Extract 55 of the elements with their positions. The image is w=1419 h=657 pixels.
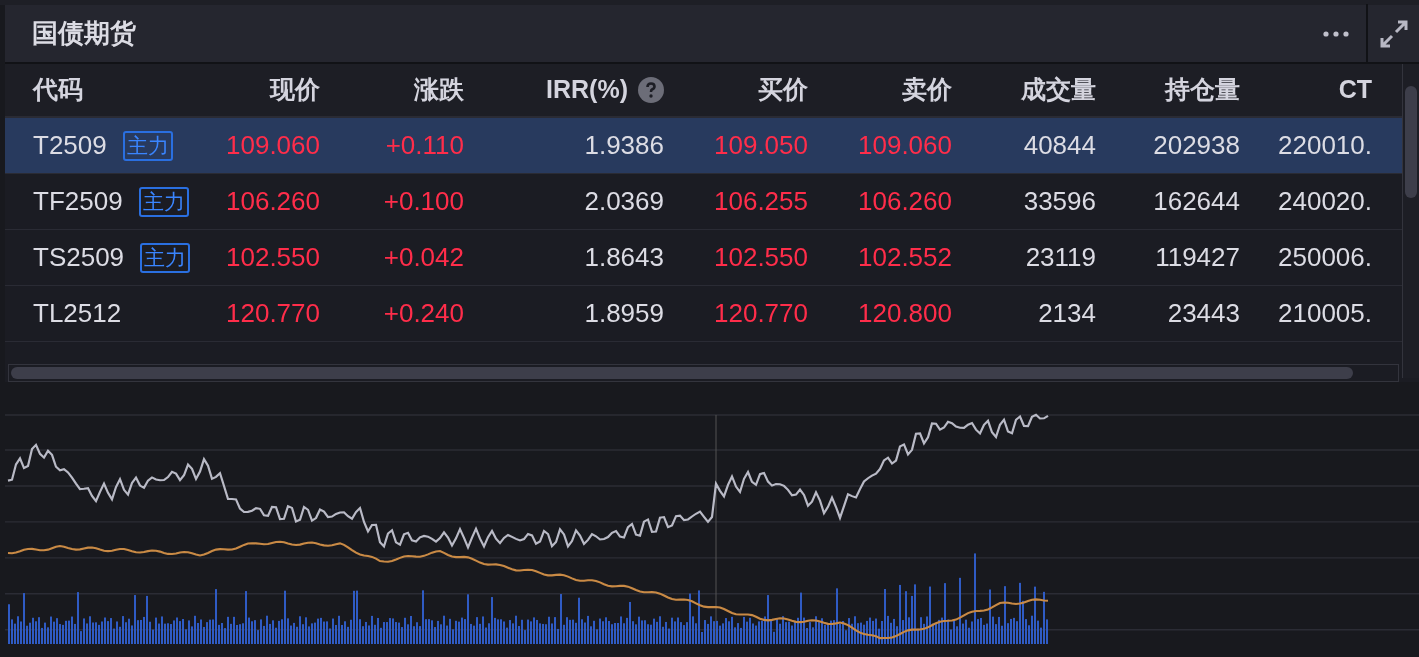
table-cell-text: 102.550 bbox=[714, 241, 808, 274]
table-cell-text: +0.110 bbox=[385, 129, 464, 162]
table-cell-text: 120.770 bbox=[226, 297, 320, 330]
column-header[interactable]: 涨跌 bbox=[414, 71, 464, 109]
column-header[interactable]: 买价 bbox=[758, 71, 808, 109]
vertical-scrollbar[interactable] bbox=[1402, 64, 1419, 378]
table-cell-text: 109.060 bbox=[858, 129, 952, 162]
table-cell-text: 106.260 bbox=[226, 185, 320, 218]
table-cell-text: 102.552 bbox=[858, 241, 952, 274]
expand-icon bbox=[1378, 18, 1409, 49]
table-cell-text: 210005. bbox=[1278, 297, 1372, 330]
table-cell-text: 40844 bbox=[1023, 129, 1096, 162]
table-cell-text: 162644 bbox=[1153, 185, 1240, 218]
table-cell-text: 220010. bbox=[1278, 129, 1372, 162]
main-contract-tag: 主力 bbox=[140, 242, 191, 273]
column-header[interactable]: 卖价 bbox=[902, 71, 952, 109]
panel-title: 国债期货 bbox=[32, 17, 136, 50]
table-cell-text: 33596 bbox=[1023, 185, 1096, 218]
table-cell-text: 120.770 bbox=[714, 297, 808, 330]
table-cell-text: 1.8643 bbox=[584, 241, 664, 274]
column-header[interactable]: 代码 bbox=[33, 71, 83, 109]
table-cell-text: 106.260 bbox=[858, 185, 952, 218]
column-header[interactable]: 成交量 bbox=[1021, 71, 1096, 109]
column-header[interactable]: IRR(%) bbox=[546, 71, 628, 109]
main-contract-tag: 主力 bbox=[138, 186, 189, 217]
table-cell-text: 23443 bbox=[1167, 297, 1240, 330]
table-cell-text: TS2509 bbox=[33, 241, 125, 274]
column-header[interactable]: 现价 bbox=[270, 71, 320, 109]
table-cell-text: 2134 bbox=[1038, 297, 1096, 330]
help-icon[interactable] bbox=[638, 77, 664, 103]
table-cell-text: 109.060 bbox=[226, 129, 320, 162]
table-row[interactable]: T2509 主力 109.060 +0.110 1.9386 109.050 109.060 40844 202938 220010. bbox=[5, 118, 1402, 174]
table-cell-text: T2509 bbox=[33, 129, 107, 162]
table-cell-text: 23119 bbox=[1025, 241, 1096, 274]
table-cell-text: 2.0369 bbox=[584, 185, 664, 218]
table-cell-text: 240020. bbox=[1278, 185, 1372, 218]
table-cell-text: 1.8959 bbox=[584, 297, 664, 330]
column-header[interactable]: CT bbox=[1338, 71, 1372, 109]
horizontal-scrollbar[interactable] bbox=[8, 364, 1399, 382]
table-cell-text: 119427 bbox=[1155, 241, 1240, 274]
table-cell-text: +0.042 bbox=[383, 241, 464, 274]
table-cell-text: 106.255 bbox=[714, 185, 808, 218]
table-cell-text: 202938 bbox=[1153, 129, 1240, 162]
table-cell-text: 120.800 bbox=[858, 297, 952, 330]
table-cell-text: +0.240 bbox=[383, 297, 464, 330]
column-header[interactable]: 持仓量 bbox=[1165, 71, 1240, 109]
table-cell-text: +0.100 bbox=[383, 185, 464, 218]
table-cell-text: TL2512 bbox=[33, 297, 122, 330]
main-contract-tag: 主力 bbox=[122, 130, 173, 161]
table-cell-text: 109.050 bbox=[714, 129, 808, 162]
table-cell-text: 250006. bbox=[1278, 241, 1372, 274]
table-cell-text: 102.550 bbox=[226, 241, 320, 274]
table-cell-text: TF2509 bbox=[33, 185, 123, 218]
more-icon bbox=[1323, 30, 1349, 37]
table-cell-text: 1.9386 bbox=[584, 129, 664, 162]
